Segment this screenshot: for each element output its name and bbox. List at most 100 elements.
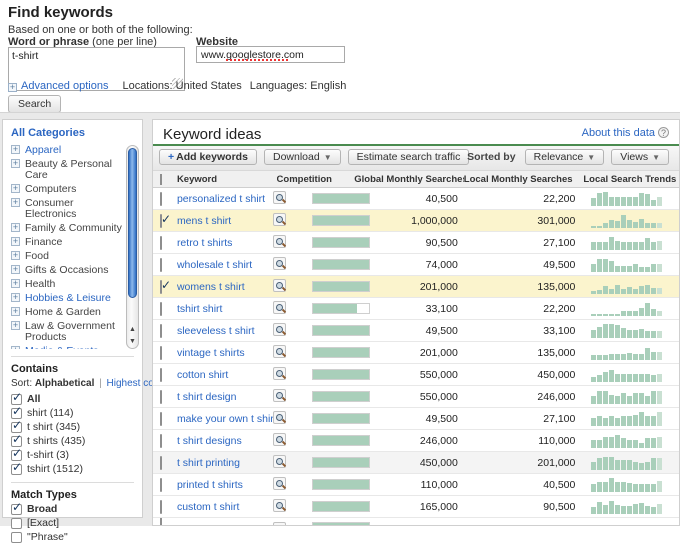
category-label[interactable]: Family & Community: [25, 223, 122, 234]
category-item[interactable]: + Media & Events: [11, 346, 122, 349]
row-checkbox[interactable]: [160, 346, 162, 360]
row-checkbox[interactable]: [160, 302, 162, 316]
expand-icon[interactable]: +: [11, 265, 20, 274]
select-all-checkbox[interactable]: [160, 174, 162, 185]
category-label[interactable]: Gifts & Occasions: [25, 265, 108, 276]
row-checkbox[interactable]: [160, 412, 162, 426]
category-label[interactable]: Food: [25, 251, 49, 262]
scrollbar-arrows[interactable]: ▲▼: [127, 324, 138, 349]
expand-icon[interactable]: +: [11, 184, 20, 193]
magnifier-icon[interactable]: [273, 235, 286, 248]
category-label[interactable]: Beauty & Personal Care: [25, 159, 122, 181]
row-checkbox[interactable]: [160, 518, 162, 526]
help-icon[interactable]: ?: [658, 127, 669, 138]
category-scrollbar[interactable]: ▲▼: [126, 145, 139, 349]
column-competition[interactable]: Competition: [277, 174, 355, 185]
contains-item[interactable]: shirt (114): [11, 408, 142, 419]
category-item[interactable]: + Law & Government Products: [11, 321, 122, 343]
magnifier-icon[interactable]: [273, 367, 286, 380]
match-type-item[interactable]: "Phrase": [11, 532, 142, 543]
contains-item[interactable]: All: [11, 394, 142, 405]
row-checkbox[interactable]: [160, 478, 162, 492]
category-item[interactable]: + Family & Community: [11, 223, 122, 234]
checkbox[interactable]: [11, 532, 22, 543]
category-label[interactable]: Law & Government Products: [25, 321, 122, 343]
category-label[interactable]: Finance: [25, 237, 62, 248]
row-checkbox[interactable]: [160, 500, 162, 514]
scrollbar-thumb[interactable]: [128, 148, 137, 298]
category-label[interactable]: Computers: [25, 184, 76, 195]
row-checkbox[interactable]: [160, 280, 162, 294]
category-label[interactable]: Home & Garden: [25, 307, 101, 318]
category-item[interactable]: +Hobbies & Leisure: [11, 293, 122, 304]
category-item[interactable]: + Consumer Electronics: [11, 198, 122, 220]
category-item[interactable]: + Finance: [11, 237, 122, 248]
expand-icon[interactable]: +: [11, 279, 20, 288]
expand-icon[interactable]: +: [8, 83, 17, 92]
row-checkbox[interactable]: [160, 390, 162, 404]
magnifier-icon[interactable]: [273, 499, 286, 512]
row-checkbox[interactable]: [160, 368, 162, 382]
row-checkbox[interactable]: [160, 258, 162, 272]
about-this-data-link[interactable]: About this data: [582, 127, 655, 139]
keyword-link[interactable]: retro t shirts: [177, 237, 232, 249]
estimate-search-traffic-button[interactable]: Estimate search traffic: [348, 149, 470, 165]
expand-icon[interactable]: +: [11, 223, 20, 232]
keyword-link[interactable]: printed t shirts: [177, 479, 243, 491]
match-type-item[interactable]: [Exact]: [11, 518, 142, 529]
expand-icon[interactable]: +: [11, 198, 20, 207]
keyword-link[interactable]: mens t shirt: [177, 215, 231, 227]
magnifier-icon[interactable]: [273, 279, 286, 292]
category-item[interactable]: + Food: [11, 251, 122, 262]
download-button[interactable]: Download▼: [264, 149, 341, 165]
expand-icon[interactable]: +: [11, 145, 20, 154]
row-checkbox[interactable]: [160, 236, 162, 250]
keyword-link[interactable]: custom t shirt: [177, 501, 239, 513]
contains-item[interactable]: t shirts (435): [11, 436, 142, 447]
checkbox[interactable]: [11, 504, 22, 515]
expand-icon[interactable]: +: [11, 159, 20, 168]
category-item[interactable]: + Health: [11, 279, 122, 290]
category-item[interactable]: + Apparel: [11, 145, 122, 156]
expand-icon[interactable]: +: [11, 251, 20, 260]
keyword-link[interactable]: tshirt shirt: [177, 303, 223, 315]
row-checkbox[interactable]: [160, 192, 162, 206]
magnifier-icon[interactable]: [273, 213, 286, 226]
magnifier-icon[interactable]: [273, 345, 286, 358]
keyword-link[interactable]: womens t shirt: [177, 281, 245, 293]
contains-item[interactable]: tshirt (1512): [11, 464, 142, 475]
category-item[interactable]: + Gifts & Occasions: [11, 265, 122, 276]
column-global-monthly-searches[interactable]: Global Monthly Searches: [354, 174, 464, 185]
magnifier-icon[interactable]: [273, 257, 286, 270]
expand-icon[interactable]: +: [11, 321, 20, 330]
category-label[interactable]: Consumer Electronics: [25, 198, 122, 220]
contains-item[interactable]: t shirt (345): [11, 422, 142, 433]
category-label[interactable]: Apparel: [25, 145, 61, 156]
column-keyword[interactable]: Keyword: [177, 174, 277, 185]
row-checkbox[interactable]: [160, 456, 162, 470]
sort-alphabetical[interactable]: Alphabetical: [35, 378, 94, 389]
expand-icon[interactable]: +: [11, 237, 20, 246]
checkbox[interactable]: [11, 464, 22, 475]
category-label[interactable]: Media & Events: [25, 346, 99, 349]
expand-icon[interactable]: +: [11, 346, 20, 349]
relevance-dropdown[interactable]: Relevance▼: [525, 149, 605, 165]
advanced-options-link[interactable]: Advanced options: [21, 80, 108, 92]
category-item[interactable]: + Computers: [11, 184, 122, 195]
magnifier-icon[interactable]: [273, 191, 286, 204]
match-type-item[interactable]: Broad: [11, 504, 142, 515]
category-label[interactable]: Health: [25, 279, 55, 290]
magnifier-icon[interactable]: [273, 301, 286, 314]
column-local-search-trends[interactable]: Local Search Trends: [575, 174, 679, 185]
magnifier-icon[interactable]: [273, 323, 286, 336]
keyword-link[interactable]: t shirt printing: [177, 457, 240, 469]
views-dropdown[interactable]: Views▼: [611, 149, 669, 165]
magnifier-icon[interactable]: [273, 522, 286, 526]
row-checkbox[interactable]: [160, 434, 162, 448]
keyword-link[interactable]: vintage t shirts: [177, 347, 245, 359]
magnifier-icon[interactable]: [273, 477, 286, 490]
keyword-link[interactable]: sleeveless t shirt: [177, 325, 255, 337]
magnifier-icon[interactable]: [273, 433, 286, 446]
expand-icon[interactable]: +: [11, 293, 20, 302]
row-checkbox[interactable]: [160, 324, 162, 338]
